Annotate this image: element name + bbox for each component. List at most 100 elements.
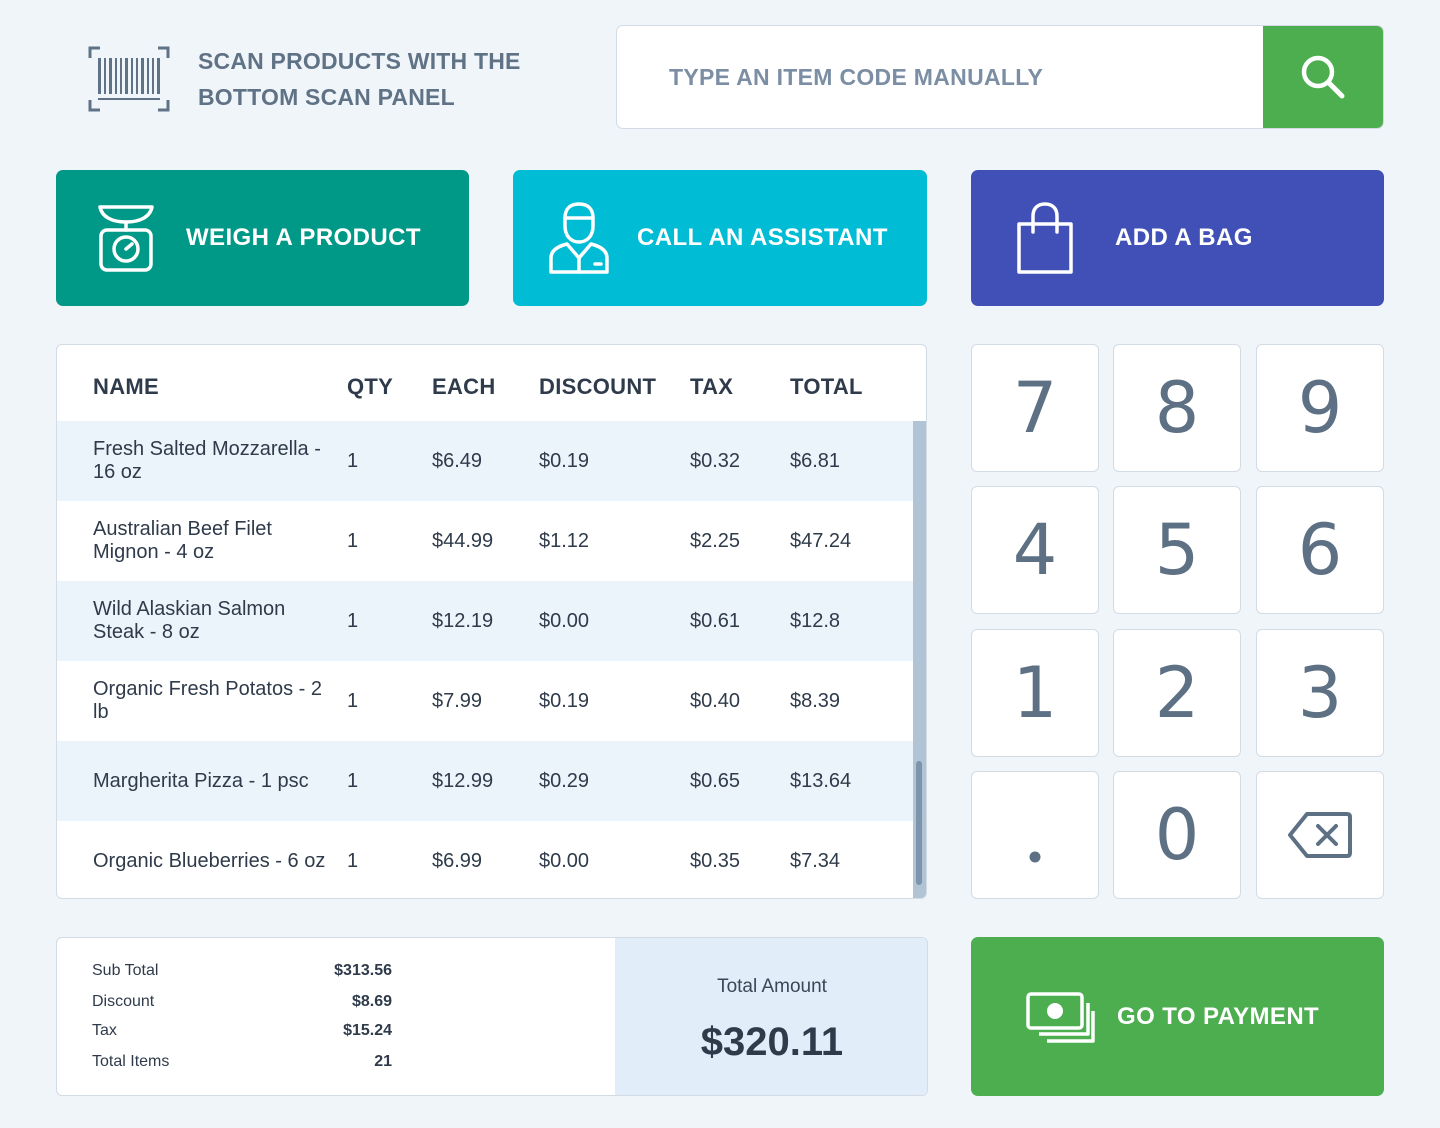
tax-row: Tax $15.24 [92,1022,392,1044]
total-amount-panel: Total Amount $320.11 [615,938,927,1095]
search-button[interactable] [1263,26,1383,128]
cell-qty: 1 [347,609,359,632]
cell-each: $12.19 [432,609,494,632]
subtotal-row: Sub Total $313.56 [92,962,392,984]
key-2[interactable]: 2 [1113,629,1241,757]
cell-qty: 1 [347,449,359,472]
cell-tax: $0.40 [690,689,741,712]
col-header-discount: DISCOUNT [539,374,657,399]
table-header: NAME QTY EACH DISCOUNT TAX TOTAL [57,345,926,421]
cell-tax: $0.32 [690,449,741,472]
go-to-payment-button[interactable]: GO TO PAYMENT [971,937,1384,1096]
call-assistant-label: CALL AN ASSISTANT [637,224,888,251]
table-row[interactable]: Fresh Salted Mozzarella - 16 oz 1 $6.49 … [57,421,913,501]
key-8[interactable]: 8 [1113,344,1241,472]
scan-hint-line-1: SCAN PRODUCTS WITH THE [198,48,521,74]
cell-name: Margherita Pizza - 1 psc [93,769,309,792]
scan-hint-text: SCAN PRODUCTS WITH THE BOTTOM SCAN PANEL [198,43,521,115]
table-row[interactable]: Margherita Pizza - 1 psc 1 $12.99 $0.29 … [57,741,913,821]
items-table: NAME QTY EACH DISCOUNT TAX TOTAL Fresh S… [56,344,927,899]
key-1[interactable]: 1 [971,629,1099,757]
cell-total: $47.24 [790,529,852,552]
cell-each: $6.49 [432,449,483,472]
add-bag-button[interactable]: ADD A BAG [971,170,1384,306]
cell-total: $13.64 [790,769,852,792]
col-header-name: NAME [93,374,159,399]
key-9[interactable]: 9 [1256,344,1384,472]
shopping-bag-icon [1017,202,1073,274]
total-items-row: Total Items 21 [92,1053,392,1075]
cell-total: $12.8 [790,609,841,632]
cell-tax: $0.65 [690,769,741,792]
cell-qty: 1 [347,849,359,872]
cell-discount: $0.00 [539,849,590,872]
col-header-qty: QTY [347,374,394,399]
search-icon [1301,55,1345,99]
table-scrollbar-thumb[interactable] [916,761,922,885]
cell-total: $7.34 [790,849,841,872]
item-code-input[interactable] [617,26,1263,128]
backspace-icon [1288,812,1352,858]
cell-each: $44.99 [432,529,494,552]
total-amount-value: $320.11 [700,1020,844,1064]
assistant-icon [549,202,609,274]
cell-discount: $0.19 [539,689,590,712]
table-body: Fresh Salted Mozzarella - 16 oz 1 $6.49 … [57,421,913,898]
scan-hint-line-2: BOTTOM SCAN PANEL [198,84,455,110]
cell-qty: 1 [347,529,359,552]
discount-row: Discount $8.69 [92,993,392,1015]
cell-total: $6.81 [790,449,841,472]
tax-value: $15.24 [343,1022,392,1039]
cell-qty: 1 [347,689,359,712]
key-0[interactable]: 0 [1113,771,1241,899]
cell-discount: $0.29 [539,769,590,792]
col-header-total: TOTAL [790,374,863,399]
call-assistant-button[interactable]: CALL AN ASSISTANT [513,170,927,306]
key-backspace[interactable] [1256,771,1384,899]
cell-each: $7.99 [432,689,483,712]
cell-tax: $2.25 [690,529,741,552]
weigh-product-button[interactable]: WEIGH A PRODUCT [56,170,469,306]
col-header-each: EACH [432,374,496,399]
total-amount-label: Total Amount [717,976,827,997]
barcode-icon [88,46,170,112]
discount-label: Discount [92,993,155,1010]
cell-name: Australian Beef Filet Mignon - 4 oz [93,518,272,563]
add-bag-label: ADD A BAG [1115,224,1253,251]
decimal-point-icon [1029,851,1041,863]
key-7[interactable]: 7 [971,344,1099,472]
cash-icon [1026,991,1095,1043]
cell-discount: $0.00 [539,609,590,632]
key-6[interactable]: 6 [1256,486,1384,614]
table-row[interactable]: Wild Alaskian Salmon Steak - 8 oz 1 $12.… [57,581,913,661]
order-summary: Sub Total $313.56 Discount $8.69 Tax $15… [56,937,928,1096]
go-to-payment-label: GO TO PAYMENT [1117,1002,1320,1030]
total-items-value: 21 [374,1053,392,1070]
cell-name: Fresh Salted Mozzarella - 16 oz [93,438,321,483]
key-3[interactable]: 3 [1256,629,1384,757]
cell-discount: $0.19 [539,449,590,472]
scan-hint: SCAN PRODUCTS WITH THE BOTTOM SCAN PANEL [88,44,548,114]
cell-name: Wild Alaskian Salmon Steak - 8 oz [93,598,286,643]
subtotal-value: $313.56 [334,962,392,979]
cell-tax: $0.61 [690,609,741,632]
cell-total: $8.39 [790,689,841,712]
tax-label: Tax [92,1022,117,1039]
key-decimal[interactable] [971,771,1099,899]
cell-tax: $0.35 [690,849,741,872]
cell-each: $6.99 [432,849,483,872]
table-row[interactable]: Organic Fresh Potatos - 2 lb 1 $7.99 $0.… [57,661,913,741]
cell-discount: $1.12 [539,529,590,552]
key-4[interactable]: 4 [971,486,1099,614]
table-row[interactable]: Australian Beef Filet Mignon - 4 oz 1 $4… [57,501,913,581]
weigh-product-label: WEIGH A PRODUCT [186,224,421,251]
key-5[interactable]: 5 [1113,486,1241,614]
cell-name: Organic Fresh Potatos - 2 lb [93,678,322,723]
col-header-tax: TAX [690,374,734,399]
cell-name: Organic Blueberries - 6 oz [93,849,326,872]
scale-icon [98,205,154,272]
table-row[interactable]: Organic Blueberries - 6 oz 1 $6.99 $0.00… [57,821,913,898]
discount-value: $8.69 [351,993,392,1010]
cell-qty: 1 [347,769,359,792]
subtotal-label: Sub Total [92,962,159,979]
